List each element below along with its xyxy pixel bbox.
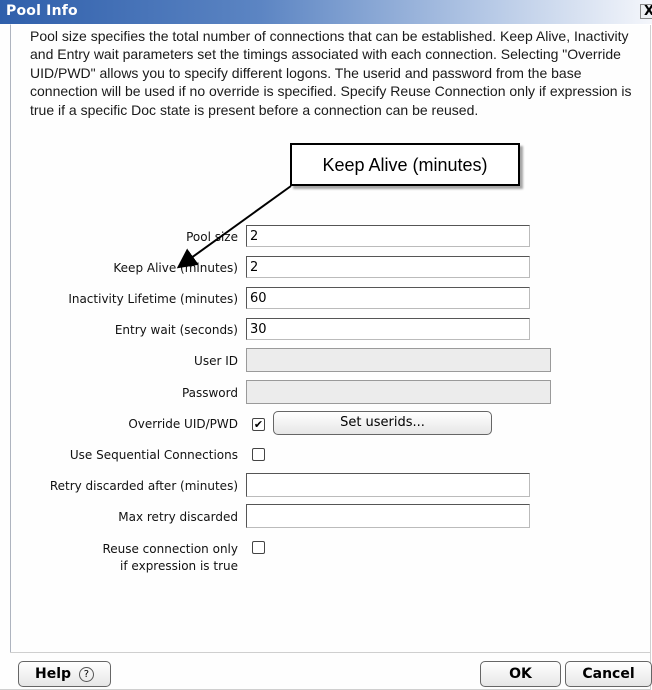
keep-alive-callout: Keep Alive (minutes) xyxy=(290,143,520,186)
callout-arrow xyxy=(176,185,292,269)
